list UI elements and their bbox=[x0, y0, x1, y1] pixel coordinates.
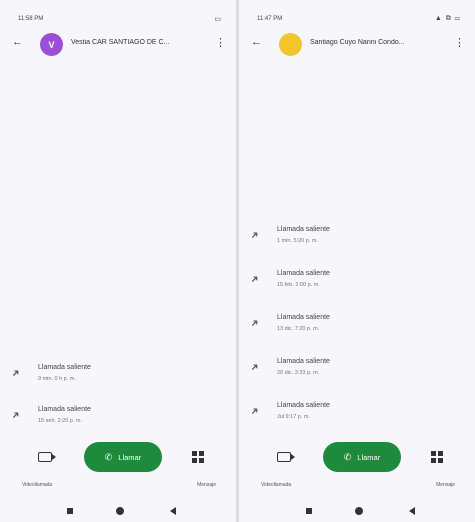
call-log-item[interactable]: ➜ Llamada saliente 20 dic. 3:33 p. m. bbox=[239, 354, 475, 388]
home-icon[interactable] bbox=[116, 507, 124, 515]
right-phone-screen: 11:47 PM ▲ ⧉ ▭ ← Santiago Cuyo Nanni Con… bbox=[239, 0, 475, 522]
call-title: Llamada saliente bbox=[277, 358, 330, 365]
signal-battery-icon: ▲ ⧉ ▭ bbox=[434, 15, 461, 22]
status-bar: 11:47 PM ▲ ⧉ ▭ bbox=[239, 0, 475, 22]
app-bar: ← V Vestia CAR SANTIAGO DE C... ⋮ bbox=[0, 30, 236, 60]
call-button[interactable]: ✆ Llamar bbox=[323, 442, 401, 472]
outgoing-call-icon: ➜ bbox=[248, 272, 263, 287]
call-detail: 9 min. 0 h p. m. bbox=[38, 376, 76, 382]
call-title: Llamada saliente bbox=[38, 364, 91, 371]
message-icon[interactable] bbox=[431, 451, 443, 463]
more-options-icon[interactable]: ⋮ bbox=[454, 36, 465, 49]
message-icon[interactable] bbox=[192, 451, 204, 463]
back-arrow-icon[interactable]: ← bbox=[12, 36, 23, 48]
recents-icon[interactable] bbox=[67, 508, 73, 514]
video-call-icon[interactable] bbox=[277, 452, 295, 462]
call-log-item[interactable]: ➜ Llamada saliente 1 min. 5:20 p. m. bbox=[239, 222, 475, 256]
call-detail: 15 feb. 2:00 p. m. bbox=[277, 282, 320, 288]
video-call-label: Videollamada bbox=[261, 482, 292, 488]
contact-avatar: V bbox=[40, 33, 63, 56]
call-detail: 13 dic. 7:20 p. m. bbox=[277, 326, 320, 332]
left-phone-screen: 11:58 PM ▭ ← V Vestia CAR SANTIAGO DE C.… bbox=[0, 0, 236, 522]
battery-icon: ▭ bbox=[214, 16, 222, 23]
outgoing-call-icon: ➜ bbox=[248, 404, 263, 419]
call-title: Llamada saliente bbox=[277, 270, 330, 277]
call-log-item[interactable]: ➜ Llamada saliente 13 dic. 7:20 p. m. bbox=[239, 310, 475, 344]
call-log-item[interactable]: ➜ Llamada saliente Jul 9:17 p. m. bbox=[239, 398, 475, 432]
call-detail: 20 dic. 3:33 p. m. bbox=[277, 370, 320, 376]
app-bar: ← Santiago Cuyo Nanni Condo... ⋮ bbox=[239, 30, 475, 60]
call-button[interactable]: ✆ Llamar bbox=[84, 442, 162, 472]
recents-icon[interactable] bbox=[306, 508, 312, 514]
call-title: Llamada saliente bbox=[38, 406, 91, 413]
action-bar: ✆ Llamar Videollamada Mensaje bbox=[0, 442, 236, 492]
action-bar: ✆ Llamar Videollamada Mensaje bbox=[239, 442, 475, 492]
phone-icon: ✆ bbox=[104, 451, 113, 462]
back-arrow-icon[interactable]: ← bbox=[251, 36, 262, 48]
status-time: 11:58 PM bbox=[18, 16, 44, 22]
back-icon[interactable] bbox=[409, 507, 415, 515]
call-title: Llamada saliente bbox=[277, 314, 330, 321]
avatar-initial: V bbox=[48, 39, 55, 50]
call-detail: 15 seh. 2:20 p. m. bbox=[38, 418, 83, 424]
call-title: Llamada saliente bbox=[277, 402, 330, 409]
call-button-label: Llamar bbox=[118, 452, 142, 462]
message-label: Mensaje bbox=[197, 482, 216, 488]
call-detail: Jul 9:17 p. m. bbox=[277, 414, 311, 420]
outgoing-call-icon: ➜ bbox=[248, 316, 263, 331]
contact-avatar bbox=[279, 33, 302, 56]
contact-name: Vestia CAR SANTIAGO DE C... bbox=[71, 39, 170, 46]
call-log-item[interactable]: ➜ Llamada saliente 15 seh. 2:20 p. m. bbox=[0, 402, 236, 436]
call-title: Llamada saliente bbox=[277, 226, 330, 233]
call-detail: 1 min. 5:20 p. m. bbox=[277, 238, 318, 244]
call-log-item[interactable]: ➜ Llamada saliente 15 feb. 2:00 p. m. bbox=[239, 266, 475, 300]
outgoing-call-icon: ➜ bbox=[248, 228, 263, 243]
status-bar: 11:58 PM ▭ bbox=[0, 0, 236, 23]
video-call-icon[interactable] bbox=[38, 452, 56, 462]
message-label: Mensaje bbox=[436, 482, 455, 488]
video-call-label: Videollamada bbox=[22, 482, 53, 488]
call-button-label: Llamar bbox=[357, 452, 381, 462]
phone-icon: ✆ bbox=[343, 451, 352, 462]
call-log-item[interactable]: ➜ Llamada saliente 9 min. 0 h p. m. bbox=[0, 360, 236, 394]
contact-name: Santiago Cuyo Nanni Condo... bbox=[310, 39, 405, 46]
system-nav-bar bbox=[239, 505, 475, 519]
outgoing-call-icon: ➜ bbox=[9, 408, 24, 423]
status-time: 11:47 PM bbox=[257, 16, 283, 22]
system-nav-bar bbox=[0, 505, 236, 519]
home-icon[interactable] bbox=[355, 507, 363, 515]
more-options-icon[interactable]: ⋮ bbox=[215, 36, 226, 49]
outgoing-call-icon: ➜ bbox=[9, 366, 24, 381]
back-icon[interactable] bbox=[170, 507, 176, 515]
outgoing-call-icon: ➜ bbox=[248, 360, 263, 375]
